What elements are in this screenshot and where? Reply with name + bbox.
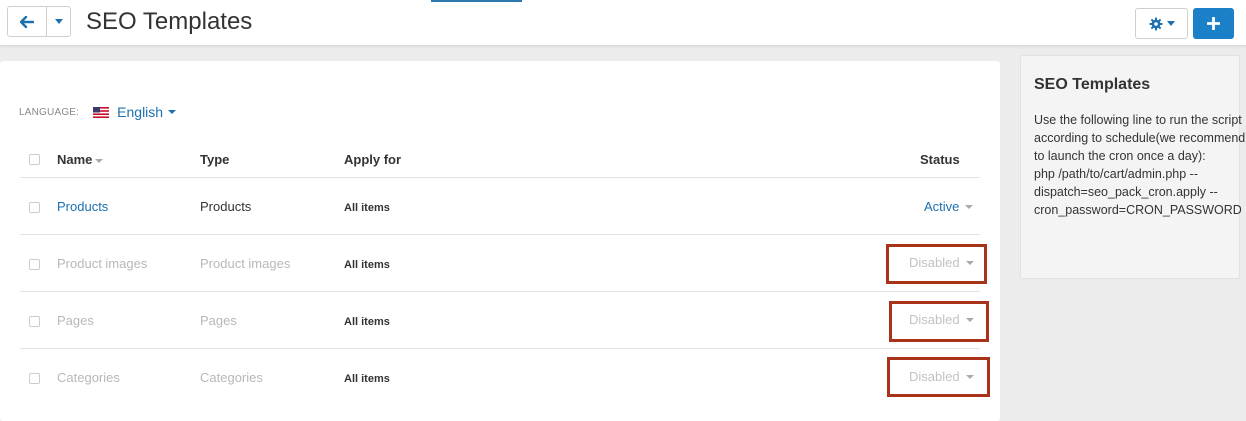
back-button-group (7, 6, 71, 37)
row-checkbox[interactable] (29, 316, 40, 327)
template-apply-for: All items (344, 259, 390, 271)
plus-icon (1207, 17, 1220, 30)
sidebar-info-panel: SEO Templates Use the following line to … (1020, 55, 1245, 279)
chevron-down-icon (55, 19, 63, 24)
top-toolbar: SEO Templates (0, 0, 1246, 46)
chevron-down-icon (168, 110, 177, 114)
page-title: SEO Templates (86, 8, 253, 35)
status-label: Active (924, 199, 960, 214)
row-checkbox[interactable] (29, 373, 40, 384)
highlight-box (886, 244, 987, 284)
sidebar-description-block: Use the following line to run the script… (1034, 111, 1246, 219)
back-button[interactable] (8, 7, 46, 36)
status-dropdown[interactable]: Active (924, 199, 974, 215)
template-name-link[interactable]: Product images (57, 256, 147, 272)
divider (20, 177, 980, 178)
language-selector[interactable]: LANGUAGE: English (19, 103, 177, 121)
active-tab-indicator (431, 0, 522, 2)
template-apply-for: All items (344, 316, 390, 328)
chevron-down-icon (965, 205, 974, 209)
sidebar-title: SEO Templates (1034, 76, 1151, 93)
chevron-down-icon (1166, 21, 1175, 26)
select-all-checkbox[interactable] (29, 154, 40, 165)
highlight-box (889, 301, 989, 342)
template-type: Product images (200, 256, 291, 271)
template-apply-for: All items (344, 202, 390, 214)
sort-icon (95, 158, 104, 163)
us-flag-icon (93, 106, 110, 118)
divider (20, 234, 980, 235)
column-header-type: Type (200, 152, 230, 167)
highlight-box (887, 357, 990, 397)
language-label: LANGUAGE: (19, 106, 80, 118)
add-button[interactable] (1193, 8, 1234, 39)
column-header-name-label: Name (57, 152, 93, 167)
back-menu-button[interactable] (47, 7, 71, 36)
template-apply-for: All items (344, 373, 390, 385)
settings-button[interactable] (1135, 8, 1188, 39)
column-header-name[interactable]: Name (57, 152, 104, 168)
divider (20, 291, 980, 292)
row-checkbox[interactable] (29, 259, 40, 270)
template-name-link[interactable]: Categories (57, 370, 120, 386)
template-type: Pages (200, 313, 237, 328)
language-value[interactable]: English (117, 104, 163, 120)
row-checkbox[interactable] (29, 202, 40, 213)
arrow-left-icon (20, 15, 34, 28)
gear-icon (1149, 17, 1162, 30)
cron-command: php /path/to/cart/admin.php --dispatch=s… (1034, 167, 1242, 217)
sidebar-description: Use the following line to run the script… (1034, 113, 1246, 163)
column-header-apply-for: Apply for (344, 152, 402, 167)
template-name-link[interactable]: Products (57, 199, 108, 215)
column-header-status: Status (920, 152, 960, 167)
template-type: Products (200, 199, 252, 214)
divider (20, 348, 980, 349)
template-name-link[interactable]: Pages (57, 313, 94, 329)
template-type: Categories (200, 370, 263, 385)
